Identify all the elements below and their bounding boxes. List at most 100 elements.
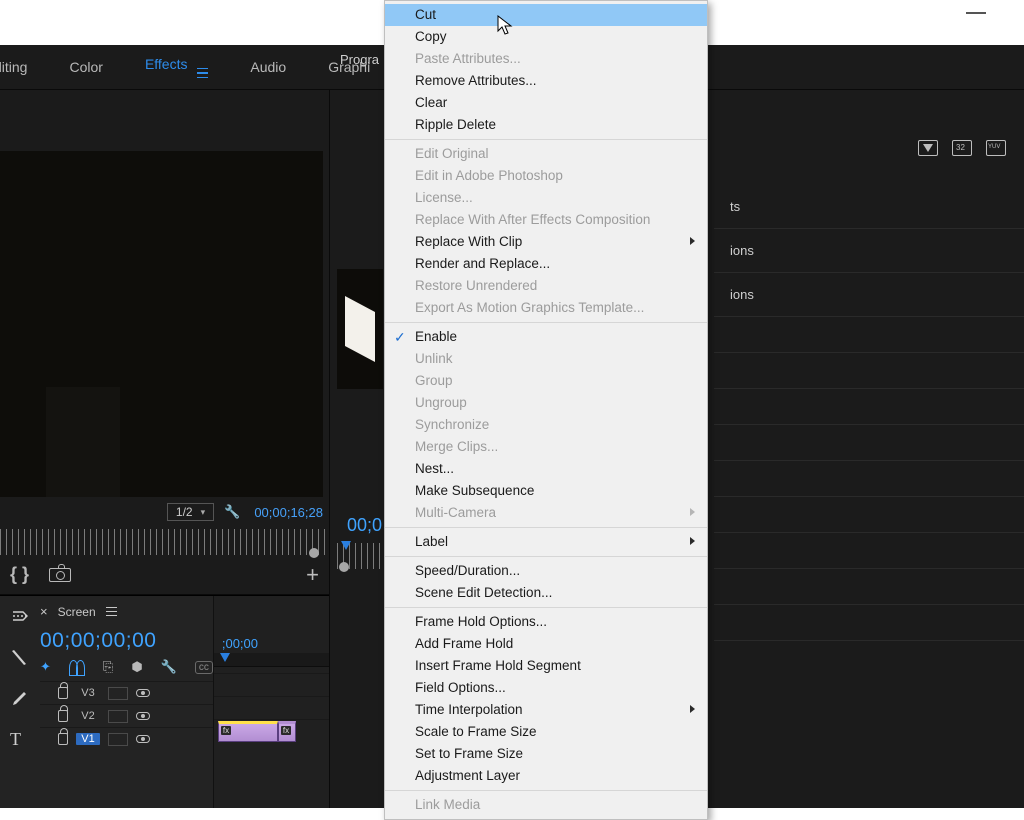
- menu-replace-ae: Replace With After Effects Composition: [385, 209, 707, 231]
- source-monitor-panel: 1/2▾ 🔧 00;00;16;28 { } +: [0, 90, 330, 808]
- snap-magnet-icon[interactable]: [69, 660, 85, 674]
- menu-make-subsequence[interactable]: Make Subsequence: [385, 480, 707, 502]
- track-toggle-icon[interactable]: [108, 687, 128, 700]
- menu-ripple-delete[interactable]: Ripple Delete: [385, 114, 707, 136]
- 32bit-badge-icon[interactable]: [952, 140, 972, 156]
- menu-label[interactable]: Label: [385, 531, 707, 553]
- menu-multi-camera: Multi-Camera: [385, 502, 707, 524]
- menu-nest[interactable]: Nest...: [385, 458, 707, 480]
- timeline-clip[interactable]: [218, 721, 278, 742]
- menu-scale-to-frame[interactable]: Scale to Frame Size: [385, 721, 707, 743]
- timeline-ruler[interactable]: [214, 653, 329, 667]
- menu-paste-attributes: Paste Attributes...: [385, 48, 707, 70]
- settings-wrench-icon[interactable]: 🔧: [161, 659, 177, 675]
- pen-icon[interactable]: [10, 688, 30, 713]
- source-monitor-video[interactable]: [0, 151, 323, 497]
- menu-enable[interactable]: ✓Enable: [385, 326, 707, 348]
- menu-unlink: Unlink: [385, 348, 707, 370]
- minimize-button[interactable]: [966, 12, 986, 14]
- menu-export-mogrt: Export As Motion Graphics Template...: [385, 297, 707, 319]
- track-label: V1: [76, 733, 100, 745]
- menu-field-options[interactable]: Field Options...: [385, 677, 707, 699]
- source-timecode[interactable]: 00;00;16;28: [254, 505, 323, 520]
- lock-icon[interactable]: [58, 733, 68, 745]
- tab-editing[interactable]: diting: [0, 59, 27, 75]
- program-timecode[interactable]: 00;0: [347, 515, 382, 536]
- menu-remove-attributes[interactable]: Remove Attributes...: [385, 70, 707, 92]
- menu-scene-edit[interactable]: Scene Edit Detection...: [385, 582, 707, 604]
- eye-icon[interactable]: [136, 712, 150, 720]
- menu-insert-frame-hold[interactable]: Insert Frame Hold Segment: [385, 655, 707, 677]
- effect-row[interactable]: ions: [714, 273, 1024, 317]
- lock-icon[interactable]: [58, 687, 68, 699]
- clip-context-menu: Cut Copy Paste Attributes... Remove Attr…: [384, 0, 708, 820]
- source-zoom-bar[interactable]: [0, 529, 329, 555]
- menu-copy[interactable]: Copy: [385, 26, 707, 48]
- panel-menu-icon[interactable]: [106, 607, 117, 617]
- track-toggle-icon[interactable]: [108, 733, 128, 746]
- effect-controls-rows: ts ions ions: [714, 185, 1024, 641]
- menu-frame-hold-options[interactable]: Frame Hold Options...: [385, 611, 707, 633]
- effect-controls-icons: [918, 140, 1006, 156]
- menu-speed-duration[interactable]: Speed/Duration...: [385, 560, 707, 582]
- eye-icon[interactable]: [136, 689, 150, 697]
- yuv-badge-icon[interactable]: [986, 140, 1006, 156]
- timeline-panel: T × Screen 00;00;00;00 ✦ ⎘ ⬢ 🔧: [0, 595, 329, 808]
- menu-group: Group: [385, 370, 707, 392]
- playhead-icon[interactable]: [341, 541, 351, 550]
- menu-render-replace[interactable]: Render and Replace...: [385, 253, 707, 275]
- fx-badge-icon[interactable]: [918, 140, 938, 156]
- effect-row[interactable]: ts: [714, 185, 1024, 229]
- menu-adjustment-layer[interactable]: Adjustment Layer: [385, 765, 707, 787]
- menu-ungroup: Ungroup: [385, 392, 707, 414]
- program-zoom-bar[interactable]: [337, 543, 387, 569]
- menu-time-interpolation[interactable]: Time Interpolation: [385, 699, 707, 721]
- lock-icon[interactable]: [58, 710, 68, 722]
- playhead-icon[interactable]: [220, 653, 230, 662]
- track-label: V3: [76, 687, 100, 699]
- snap-star-icon[interactable]: ✦: [40, 659, 51, 675]
- menu-replace-clip[interactable]: Replace With Clip: [385, 231, 707, 253]
- timeline-clip[interactable]: [278, 721, 296, 742]
- effect-row[interactable]: ions: [714, 229, 1024, 273]
- timeline-timecode[interactable]: 00;00;00;00: [40, 629, 213, 653]
- track-v2[interactable]: V2: [40, 704, 213, 727]
- menu-clear[interactable]: Clear: [385, 92, 707, 114]
- hamburger-icon[interactable]: [197, 68, 208, 79]
- wrench-icon[interactable]: 🔧: [224, 504, 240, 520]
- close-icon[interactable]: ×: [40, 604, 48, 619]
- eye-icon[interactable]: [136, 735, 150, 743]
- tab-effects-label: Effects: [145, 56, 188, 72]
- timeline-track-area[interactable]: ;00;00: [213, 596, 329, 808]
- marker-icon[interactable]: ⬢: [131, 659, 142, 675]
- menu-cut[interactable]: Cut: [385, 4, 707, 26]
- type-icon[interactable]: T: [10, 729, 30, 750]
- track-v3[interactable]: V3: [40, 681, 213, 704]
- menu-merge-clips: Merge Clips...: [385, 436, 707, 458]
- check-icon: ✓: [394, 329, 406, 345]
- resolution-select[interactable]: 1/2▾: [167, 503, 214, 521]
- tab-effects[interactable]: Effects: [145, 56, 208, 78]
- tab-color[interactable]: Color: [69, 59, 102, 75]
- snapshot-icon[interactable]: [49, 568, 71, 582]
- menu-synchronize: Synchronize: [385, 414, 707, 436]
- add-button[interactable]: +: [306, 562, 319, 588]
- linked-selection-icon[interactable]: ⎘: [103, 659, 113, 675]
- submenu-arrow-icon: [690, 705, 695, 713]
- menu-add-frame-hold[interactable]: Add Frame Hold: [385, 633, 707, 655]
- timeline-header: × Screen: [40, 604, 213, 619]
- program-thumbnail[interactable]: [337, 269, 383, 389]
- program-label: Progra: [340, 52, 379, 67]
- sequence-name[interactable]: Screen: [58, 605, 96, 619]
- razor-icon[interactable]: [10, 647, 30, 672]
- track-toggle-icon[interactable]: [108, 710, 128, 723]
- submenu-arrow-icon: [690, 508, 695, 516]
- captions-icon[interactable]: cc: [195, 661, 213, 674]
- menu-set-to-frame[interactable]: Set to Frame Size: [385, 743, 707, 765]
- tab-audio[interactable]: Audio: [250, 59, 286, 75]
- mark-out-icon[interactable]: { }: [10, 564, 29, 585]
- submenu-arrow-icon: [690, 237, 695, 245]
- track-v1[interactable]: V1: [40, 727, 213, 750]
- menu-edit-photoshop: Edit in Adobe Photoshop: [385, 165, 707, 187]
- insert-icon[interactable]: [10, 606, 30, 631]
